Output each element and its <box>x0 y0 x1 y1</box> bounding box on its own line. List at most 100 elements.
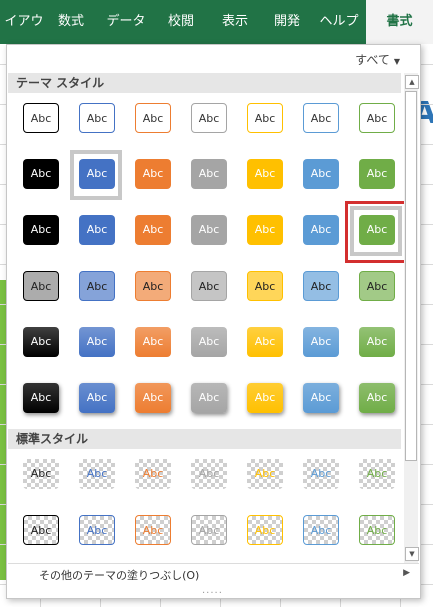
standard-style-option[interactable]: Abc <box>13 453 69 501</box>
style-swatch: Abc <box>191 327 227 357</box>
ribbon-tab[interactable]: データ <box>98 0 154 44</box>
style-swatch: Abc <box>303 459 339 489</box>
style-swatch: Abc <box>247 159 283 189</box>
theme-style-option[interactable]: Abc <box>125 209 181 257</box>
theme-style-option[interactable]: Abc <box>345 201 409 263</box>
theme-style-option[interactable]: Abc <box>69 209 125 257</box>
style-swatch: Abc <box>79 515 115 545</box>
theme-style-option[interactable]: Abc <box>125 97 181 145</box>
theme-style-option[interactable]: Abc <box>293 97 349 145</box>
theme-style-option[interactable]: Abc <box>181 377 237 425</box>
scroll-down-icon[interactable]: ▼ <box>405 547 419 561</box>
theme-style-option[interactable]: Abc <box>293 209 349 257</box>
style-swatch: Abc <box>191 103 227 133</box>
theme-style-option[interactable]: Abc <box>293 265 349 313</box>
theme-style-option[interactable]: Abc <box>349 377 405 425</box>
standard-style-option[interactable]: Abc <box>293 509 349 557</box>
theme-style-option[interactable]: Abc <box>237 321 293 369</box>
theme-style-option[interactable]: Abc <box>293 321 349 369</box>
theme-style-option[interactable]: Abc <box>181 265 237 313</box>
style-swatch: Abc <box>303 515 339 545</box>
theme-style-option[interactable]: Abc <box>237 153 293 201</box>
style-swatch: Abc <box>359 103 395 133</box>
ribbon-tab[interactable]: 書式 <box>366 0 433 44</box>
standard-style-option[interactable]: Abc <box>181 509 237 557</box>
theme-style-option[interactable]: Abc <box>181 97 237 145</box>
theme-style-option[interactable]: Abc <box>13 265 69 313</box>
theme-style-option[interactable]: Abc <box>69 321 125 369</box>
scroll-thumb[interactable] <box>405 91 417 461</box>
style-swatch: Abc <box>79 271 115 301</box>
style-swatch: Abc <box>135 103 171 133</box>
style-swatch: Abc <box>23 459 59 489</box>
standard-style-option[interactable]: Abc <box>349 453 405 501</box>
style-swatch: Abc <box>23 383 59 413</box>
standard-style-option[interactable]: Abc <box>349 509 405 557</box>
theme-style-option[interactable]: Abc <box>181 153 237 201</box>
chevron-down-icon: ▼ <box>393 57 400 66</box>
theme-style-option[interactable]: Abc <box>13 321 69 369</box>
standard-style-option[interactable]: Abc <box>69 453 125 501</box>
theme-style-option[interactable]: Abc <box>125 265 181 313</box>
scroll-up-icon[interactable]: ▲ <box>405 75 419 89</box>
theme-style-option[interactable]: Abc <box>125 321 181 369</box>
style-swatch: Abc <box>247 515 283 545</box>
filter-label: すべて <box>355 53 390 67</box>
style-swatch: Abc <box>359 271 395 301</box>
filter-dropdown[interactable]: すべて ▼ <box>355 51 400 68</box>
standard-style-option[interactable]: Abc <box>125 509 181 557</box>
ribbon-tab[interactable]: ヘルプ <box>312 0 366 44</box>
style-swatch: Abc <box>359 159 395 189</box>
theme-style-option[interactable]: Abc <box>13 377 69 425</box>
theme-style-option[interactable]: Abc <box>125 377 181 425</box>
theme-style-option[interactable]: Abc <box>293 377 349 425</box>
style-swatch: Abc <box>23 271 59 301</box>
ribbon-tab[interactable]: 校閲 <box>156 0 206 44</box>
standard-style-option[interactable]: Abc <box>293 453 349 501</box>
style-swatch: Abc <box>23 515 59 545</box>
standard-style-option[interactable]: Abc <box>181 453 237 501</box>
theme-styles-header: テーマ スタイル <box>8 73 401 93</box>
style-swatch: Abc <box>359 515 395 545</box>
theme-style-option[interactable]: Abc <box>69 97 125 145</box>
theme-style-option[interactable]: Abc <box>69 377 125 425</box>
theme-style-option[interactable]: Abc <box>293 153 349 201</box>
more-theme-fills-item[interactable]: その他のテーマの塗りつぶし(O) <box>39 567 199 583</box>
standard-style-option[interactable]: Abc <box>125 453 181 501</box>
theme-style-option[interactable]: Abc <box>125 153 181 201</box>
ribbon-tab[interactable]: 数式 <box>48 0 94 44</box>
theme-style-option[interactable]: Abc <box>69 150 125 201</box>
theme-style-option[interactable]: Abc <box>237 377 293 425</box>
standard-style-option[interactable]: Abc <box>69 509 125 557</box>
theme-style-option[interactable]: Abc <box>349 153 405 201</box>
theme-style-option[interactable]: Abc <box>69 265 125 313</box>
style-swatch: Abc <box>359 327 395 357</box>
ribbon-tab[interactable]: 表示 <box>210 0 260 44</box>
vertical-scrollbar[interactable]: ▲ ▼ <box>404 73 419 563</box>
style-swatch: Abc <box>135 271 171 301</box>
resize-grip[interactable]: ..... <box>202 585 223 596</box>
theme-style-option[interactable]: Abc <box>13 97 69 145</box>
theme-style-option[interactable]: Abc <box>237 209 293 257</box>
style-swatch: Abc <box>359 383 395 413</box>
ribbon-tab[interactable]: 開発 <box>264 0 310 44</box>
standard-style-option[interactable]: Abc <box>237 509 293 557</box>
ribbon-tab[interactable]: イアウト <box>0 0 48 73</box>
theme-style-option[interactable]: Abc <box>13 209 69 257</box>
theme-style-option[interactable]: Abc <box>13 153 69 201</box>
chevron-right-icon: ▶ <box>403 568 410 578</box>
style-swatch: Abc <box>247 459 283 489</box>
theme-style-option[interactable]: Abc <box>349 265 405 313</box>
theme-style-option[interactable]: Abc <box>349 321 405 369</box>
standard-style-option[interactable]: Abc <box>237 453 293 501</box>
theme-style-option[interactable]: Abc <box>181 209 237 257</box>
theme-style-option[interactable]: Abc <box>237 265 293 313</box>
theme-style-option[interactable]: Abc <box>181 321 237 369</box>
style-swatch: Abc <box>135 383 171 413</box>
style-swatch: Abc <box>23 159 59 189</box>
style-swatch: Abc <box>79 459 115 489</box>
theme-style-option[interactable]: Abc <box>349 97 405 145</box>
standard-style-option[interactable]: Abc <box>13 509 69 557</box>
theme-style-option[interactable]: Abc <box>237 97 293 145</box>
style-swatch: Abc <box>135 215 171 245</box>
